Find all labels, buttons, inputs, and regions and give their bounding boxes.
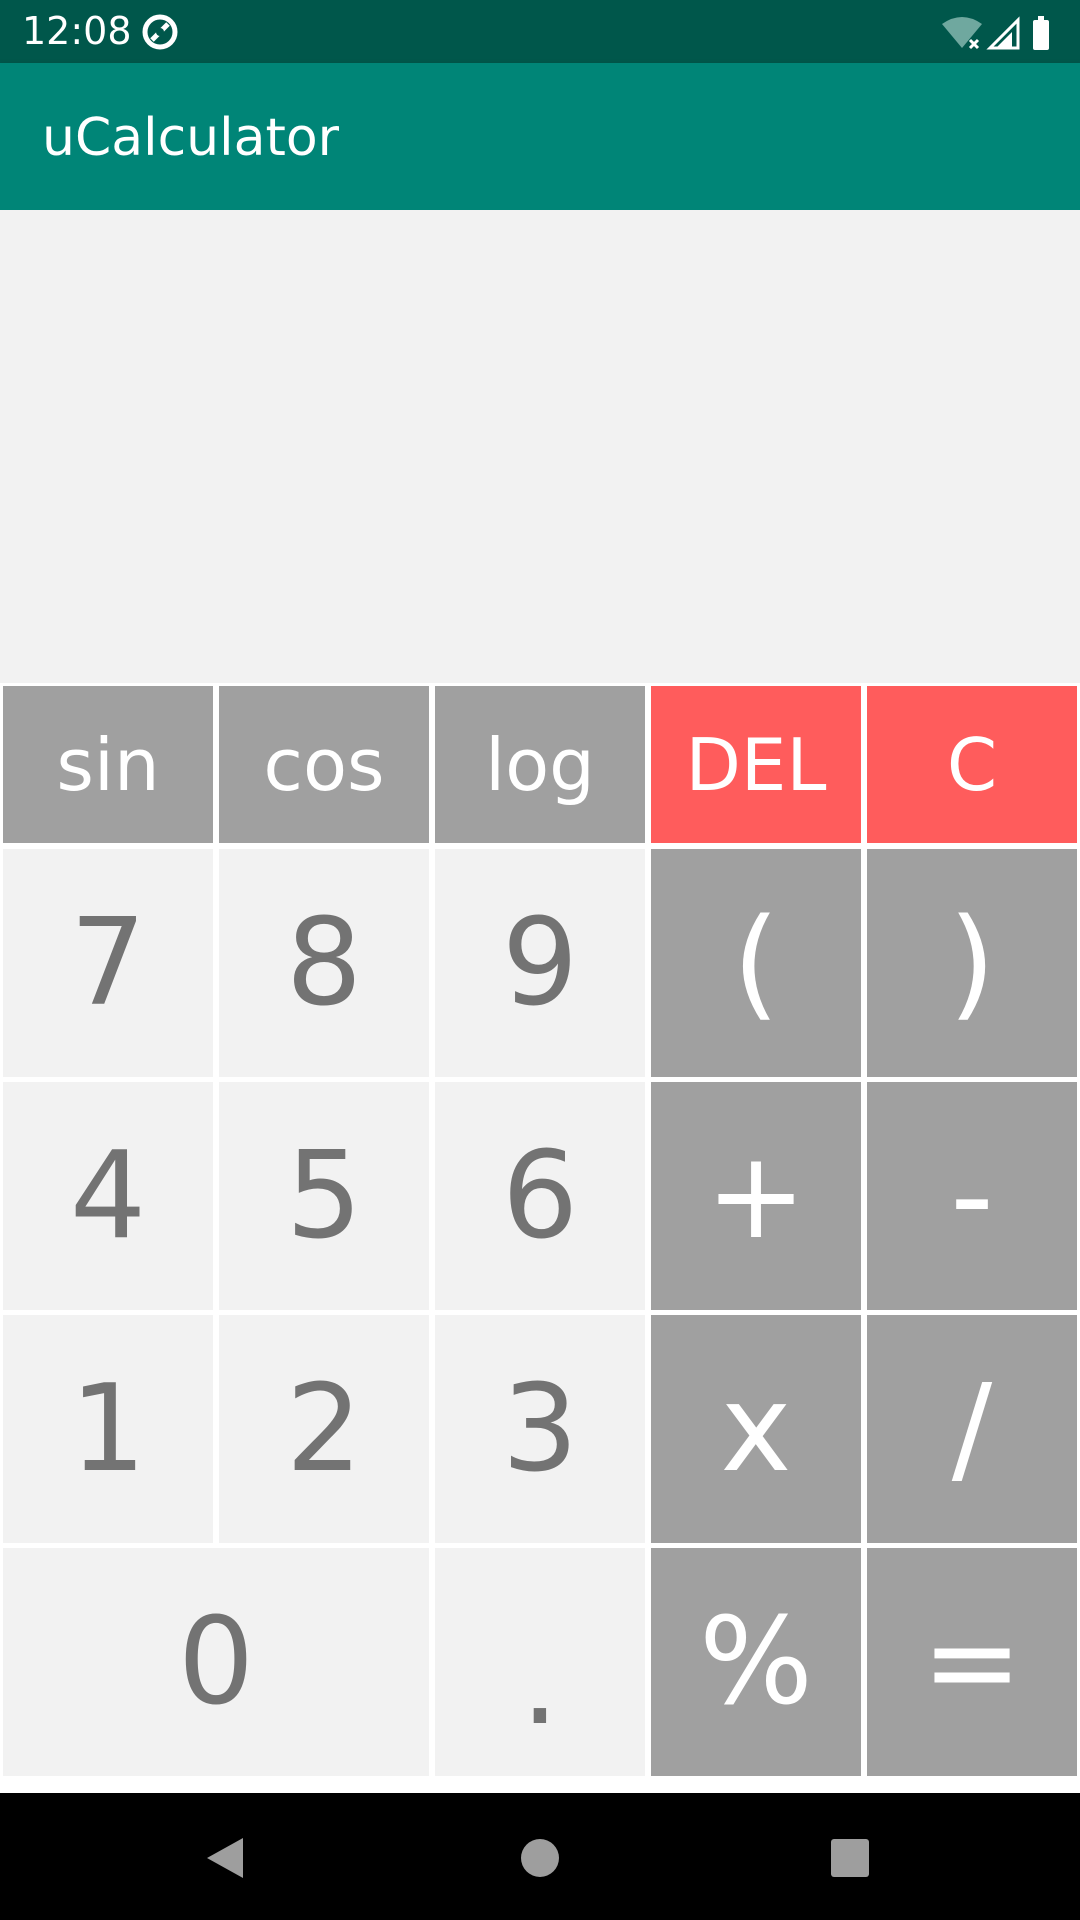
- right-paren-label: ): [948, 893, 996, 1033]
- home-button[interactable]: [495, 1813, 585, 1903]
- one-button[interactable]: 1: [3, 1315, 213, 1543]
- sync-icon: [142, 14, 178, 50]
- status-time: 12:08: [22, 9, 132, 53]
- three-button[interactable]: 3: [435, 1315, 645, 1543]
- battery-icon: [1033, 16, 1049, 50]
- calculator-display: [0, 210, 1080, 683]
- plus-label: +: [705, 1126, 807, 1266]
- seven-label: 7: [69, 893, 147, 1033]
- app-title: uCalculator: [42, 108, 340, 168]
- delete-label: DEL: [685, 722, 827, 807]
- three-label: 3: [501, 1359, 579, 1499]
- log-label: log: [485, 722, 595, 807]
- navigation-bar: [0, 1793, 1080, 1920]
- five-button[interactable]: 5: [219, 1082, 429, 1310]
- log-button[interactable]: log: [435, 686, 645, 843]
- zero-label: 0: [177, 1592, 255, 1732]
- back-button[interactable]: [180, 1813, 270, 1903]
- five-label: 5: [285, 1126, 363, 1266]
- delete-button[interactable]: DEL: [651, 686, 861, 843]
- divide-button[interactable]: /: [867, 1315, 1077, 1543]
- six-button[interactable]: 6: [435, 1082, 645, 1310]
- six-label: 6: [501, 1126, 579, 1266]
- multiply-button[interactable]: x: [651, 1315, 861, 1543]
- signal-icon: [986, 16, 1020, 50]
- clear-button[interactable]: C: [867, 686, 1077, 843]
- right-paren-button[interactable]: ): [867, 849, 1077, 1077]
- clear-label: C: [946, 722, 998, 807]
- decimal-button[interactable]: .: [435, 1548, 645, 1776]
- nine-label: 9: [501, 893, 579, 1033]
- eight-button[interactable]: 8: [219, 849, 429, 1077]
- sin-button[interactable]: sin: [3, 686, 213, 843]
- sin-label: sin: [56, 722, 160, 807]
- keypad: sin cos log DEL C 7 8 9 ( ) 4 5 6 + - 1 …: [0, 683, 1080, 1793]
- status-bar: 12:08: [0, 0, 1080, 63]
- equals-label: =: [921, 1592, 1023, 1732]
- left-paren-label: (: [732, 893, 780, 1033]
- recents-icon: [831, 1839, 869, 1877]
- two-label: 2: [285, 1359, 363, 1499]
- multiply-label: x: [720, 1359, 792, 1499]
- home-icon: [521, 1839, 559, 1877]
- back-icon: [207, 1838, 243, 1878]
- equals-button[interactable]: =: [867, 1548, 1077, 1776]
- divide-label: /: [951, 1359, 993, 1499]
- two-button[interactable]: 2: [219, 1315, 429, 1543]
- cos-button[interactable]: cos: [219, 686, 429, 843]
- recents-button[interactable]: [805, 1813, 895, 1903]
- nine-button[interactable]: 9: [435, 849, 645, 1077]
- minus-label: -: [950, 1126, 994, 1266]
- decimal-label: .: [520, 1612, 560, 1752]
- one-label: 1: [69, 1359, 147, 1499]
- eight-label: 8: [285, 893, 363, 1033]
- plus-button[interactable]: +: [651, 1082, 861, 1310]
- wifi-icon: [942, 17, 982, 50]
- zero-button[interactable]: 0: [3, 1548, 429, 1776]
- four-label: 4: [69, 1126, 147, 1266]
- cos-label: cos: [263, 722, 385, 807]
- app-bar: uCalculator: [0, 63, 1080, 210]
- left-paren-button[interactable]: (: [651, 849, 861, 1077]
- percent-label: %: [698, 1592, 814, 1732]
- seven-button[interactable]: 7: [3, 849, 213, 1077]
- four-button[interactable]: 4: [3, 1082, 213, 1310]
- minus-button[interactable]: -: [867, 1082, 1077, 1310]
- percent-button[interactable]: %: [651, 1548, 861, 1776]
- status-icons: [942, 16, 1049, 50]
